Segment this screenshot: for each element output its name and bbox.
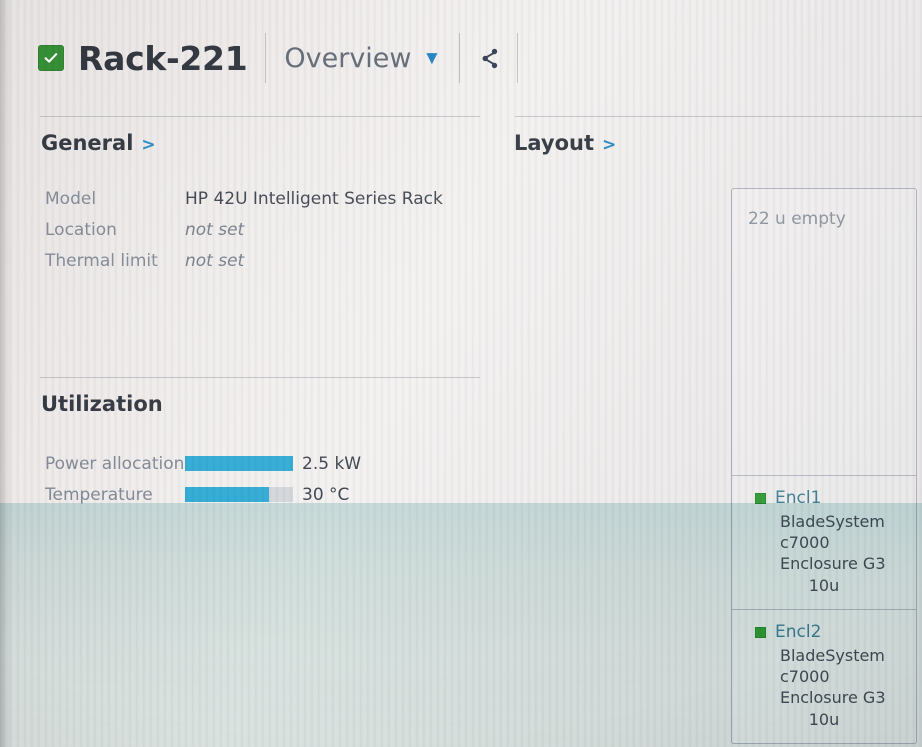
enclosure-header: Encl2	[742, 622, 906, 642]
chevron-right-icon: >	[141, 135, 156, 155]
page-title: Rack-221	[78, 38, 248, 78]
metric-value: 2.5 kW	[302, 453, 362, 474]
enclosure-name[interactable]: Encl1	[775, 488, 821, 508]
temperature-bar-fill	[185, 487, 270, 502]
property-row: Thermal limit not set	[45, 251, 443, 282]
status-square-icon	[755, 492, 766, 504]
property-value: HP 42U Intelligent Series Rack	[185, 189, 443, 209]
utilization-section-heading: Utilization	[41, 392, 163, 416]
share-branch-icon[interactable]	[482, 48, 499, 69]
metric-value: 30 °C	[302, 484, 350, 505]
power-allocation-bar-fill	[185, 456, 293, 471]
chevron-right-icon: >	[602, 135, 617, 155]
metric-row: Temperature 30 °C	[45, 479, 361, 510]
enclosure-size: 10u	[808, 576, 840, 595]
layout-section-heading[interactable]: Layout >	[514, 131, 616, 155]
general-property-list: Model HP 42U Intelligent Series Rack Loc…	[45, 189, 443, 282]
property-value: not set	[185, 220, 245, 240]
page-header: Rack-221 Overview ▼	[38, 28, 536, 88]
utilization-metric-list: Power allocation 2.5 kW Temperature 30 °…	[45, 448, 361, 510]
enclosure-header: Encl1	[742, 488, 906, 508]
layout-heading-label: Layout	[514, 131, 595, 155]
left-column-rule	[40, 116, 480, 117]
enclosure-size: 10u	[808, 710, 840, 729]
power-allocation-bar	[185, 456, 293, 471]
property-key: Model	[45, 189, 97, 209]
enclosure-name[interactable]: Encl2	[775, 622, 821, 642]
rack-slot-enclosure[interactable]: Encl1 BladeSystem c7000 Enclosure G3 10u	[732, 475, 916, 609]
metric-row: Power allocation 2.5 kW	[45, 448, 361, 479]
header-divider-3	[517, 33, 519, 83]
temperature-bar	[185, 487, 293, 502]
enclosure-description: BladeSystem c7000 Enclosure G3	[780, 646, 886, 707]
property-value: not set	[185, 251, 245, 271]
utilization-rule	[40, 377, 480, 378]
empty-slot-label: 22 u empty	[748, 209, 846, 229]
rack-layout-diagram: 22 u empty Encl1 BladeSystem c7000 Enclo…	[731, 188, 917, 744]
status-square-icon	[755, 626, 766, 638]
property-row: Model HP 42U Intelligent Series Rack	[45, 189, 443, 220]
metric-label: Power allocation	[45, 453, 185, 474]
rack-slot-enclosure[interactable]: Encl2 BladeSystem c7000 Enclosure G3 10u	[732, 609, 916, 743]
general-section-heading[interactable]: General >	[41, 131, 156, 155]
rack-slot-empty[interactable]: 22 u empty	[732, 189, 916, 475]
utilization-heading-label: Utilization	[41, 392, 163, 416]
check-badge-icon	[38, 45, 64, 71]
header-divider-2	[459, 33, 461, 83]
metric-label: Temperature	[45, 484, 153, 505]
view-selector-label: Overview	[284, 42, 412, 74]
general-heading-label: General	[41, 131, 134, 155]
right-column-rule	[515, 116, 922, 117]
enclosure-description: BladeSystem c7000 Enclosure G3	[780, 512, 886, 573]
property-row: Location not set	[45, 220, 443, 251]
property-key: Thermal limit	[45, 251, 158, 271]
property-key: Location	[45, 220, 117, 240]
view-selector[interactable]: Overview ▼	[284, 43, 441, 74]
header-divider-1	[265, 33, 267, 83]
app-content: Rack-221 Overview ▼ General > Model HP 4…	[0, 0, 922, 747]
chevron-down-icon: ▼	[422, 47, 442, 69]
